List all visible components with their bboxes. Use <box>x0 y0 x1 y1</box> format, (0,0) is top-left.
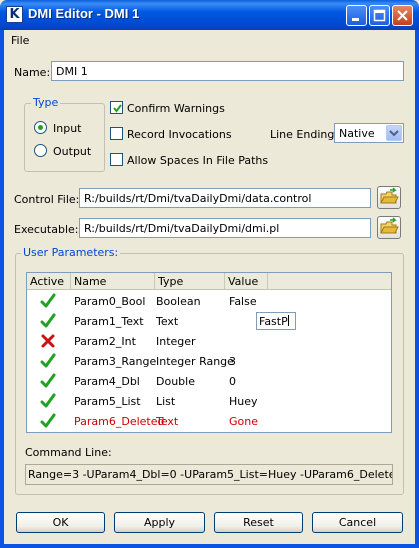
name-cell[interactable]: Param0_Bool <box>74 295 145 308</box>
name-cell[interactable]: Param2_Int <box>74 335 136 348</box>
value-cell[interactable]: 3 <box>229 355 236 368</box>
dropdown-button[interactable] <box>386 125 402 141</box>
type-cell[interactable]: Integer <box>156 335 196 348</box>
active-check-icon[interactable] <box>40 293 56 312</box>
executable-input[interactable]: R:/builds/rt/Dmi/tvaDailyDmi/dmi.pl <box>79 218 371 238</box>
name-cell[interactable]: Param4_Dbl <box>74 375 140 388</box>
window-border-bottom <box>0 544 419 548</box>
output-radio-label: Output <box>53 145 92 158</box>
allow-spaces-label: Allow Spaces In File Paths <box>127 154 269 167</box>
table-row[interactable]: Param6_Deleted Text Gone <box>27 411 391 431</box>
line-ending-label: Line Ending: <box>270 128 339 141</box>
app-icon: K <box>6 6 23 23</box>
user-parameters-title: User Parameters: <box>21 246 121 259</box>
column-header-type[interactable]: Type <box>155 273 225 289</box>
cancel-button[interactable]: Cancel <box>312 512 403 533</box>
chevron-down-icon <box>389 130 399 137</box>
name-cell[interactable]: Param6_Deleted <box>74 415 164 428</box>
value-cell-editor[interactable]: FastP <box>256 312 296 330</box>
input-radio-label: Input <box>53 122 82 135</box>
command-line-label: Command Line: <box>25 446 112 459</box>
table-row[interactable]: Param3_Range Integer Range 3 <box>27 351 391 371</box>
type-cell[interactable]: Text <box>156 315 178 328</box>
parameters-table: Active Name Type Value Param0_Bool Boolea… <box>26 272 392 433</box>
maximize-button[interactable] <box>369 5 390 26</box>
minimize-icon <box>352 18 359 21</box>
command-line-field[interactable]: Range=3 -UParam4_Dbl=0 -UParam5_List=Hue… <box>25 464 393 485</box>
minimize-button[interactable] <box>346 5 367 26</box>
value-cell[interactable]: False <box>229 295 257 308</box>
table-row[interactable]: Param1_Text Text FastP <box>27 311 391 331</box>
type-cell[interactable]: Integer Range <box>156 355 234 368</box>
browse-control-file-button[interactable] <box>377 186 401 209</box>
active-check-icon[interactable] <box>40 353 56 372</box>
output-radio[interactable] <box>34 144 47 157</box>
line-ending-select[interactable]: Native <box>334 123 404 143</box>
table-row[interactable]: Param4_Dbl Double 0 <box>27 371 391 391</box>
menu-file[interactable]: File <box>11 34 29 47</box>
table-row[interactable]: Param0_Bool Boolean False <box>27 291 391 311</box>
type-cell[interactable]: Text <box>156 415 178 428</box>
control-file-input[interactable]: R:/builds/rt/Dmi/tvaDailyDmi/data.contro… <box>79 188 371 208</box>
confirm-warnings-label: Confirm Warnings <box>127 102 225 115</box>
type-cell[interactable]: List <box>156 395 175 408</box>
type-group-title: Type <box>31 96 61 109</box>
name-cell[interactable]: Param5_List <box>74 395 141 408</box>
type-cell[interactable]: Boolean <box>156 295 201 308</box>
table-header: Active Name Type Value <box>27 273 391 290</box>
value-cell[interactable]: 0 <box>229 375 236 388</box>
value-cell[interactable]: Gone <box>229 415 258 428</box>
confirm-warnings-checkbox[interactable] <box>110 101 123 114</box>
type-groupbox <box>24 103 105 172</box>
radio-selected-dot <box>38 125 43 130</box>
record-invocations-checkbox[interactable] <box>110 127 123 140</box>
apply-button[interactable]: Apply <box>114 512 205 533</box>
window-border-right <box>415 30 419 548</box>
executable-label: Executable: <box>14 223 79 236</box>
text-caret <box>287 315 289 326</box>
browse-executable-button[interactable] <box>377 216 401 239</box>
title-bar: K DMI Editor - DMI 1 <box>0 0 419 30</box>
folder-open-icon <box>380 217 399 234</box>
reset-button[interactable]: Reset <box>214 512 303 533</box>
name-input[interactable]: DMI 1 <box>51 61 404 81</box>
active-check-icon[interactable] <box>40 393 56 412</box>
table-row[interactable]: Param2_Int Integer <box>27 331 391 351</box>
allow-spaces-checkbox[interactable] <box>110 153 123 166</box>
close-icon <box>397 10 408 21</box>
name-cell[interactable]: Param3_Range <box>74 355 156 368</box>
name-label: Name: <box>14 66 51 79</box>
inactive-x-icon[interactable] <box>40 333 56 352</box>
active-check-icon[interactable] <box>40 413 56 432</box>
name-cell[interactable]: Param1_Text <box>74 315 144 328</box>
window-title: DMI Editor - DMI 1 <box>28 6 140 21</box>
active-check-icon[interactable] <box>40 313 56 332</box>
close-button[interactable] <box>392 5 413 26</box>
column-header-value[interactable]: Value <box>225 273 268 289</box>
table-row[interactable]: Param5_List List Huey <box>27 391 391 411</box>
menu-bar: File <box>4 30 415 49</box>
value-cell-text: FastP <box>259 315 288 328</box>
column-header-name[interactable]: Name <box>71 273 155 289</box>
value-cell[interactable]: Huey <box>229 395 258 408</box>
ok-button[interactable]: OK <box>16 512 105 533</box>
active-check-icon[interactable] <box>40 373 56 392</box>
window-border-left <box>0 30 4 548</box>
control-file-label: Control File: <box>14 193 80 206</box>
record-invocations-label: Record Invocations <box>127 128 232 141</box>
maximize-icon <box>373 9 386 22</box>
column-header-active[interactable]: Active <box>27 273 71 289</box>
input-radio[interactable] <box>34 121 47 134</box>
folder-open-icon <box>380 187 399 204</box>
checkmark-icon <box>113 104 122 113</box>
line-ending-value: Native <box>339 127 375 140</box>
type-cell[interactable]: Double <box>156 375 195 388</box>
